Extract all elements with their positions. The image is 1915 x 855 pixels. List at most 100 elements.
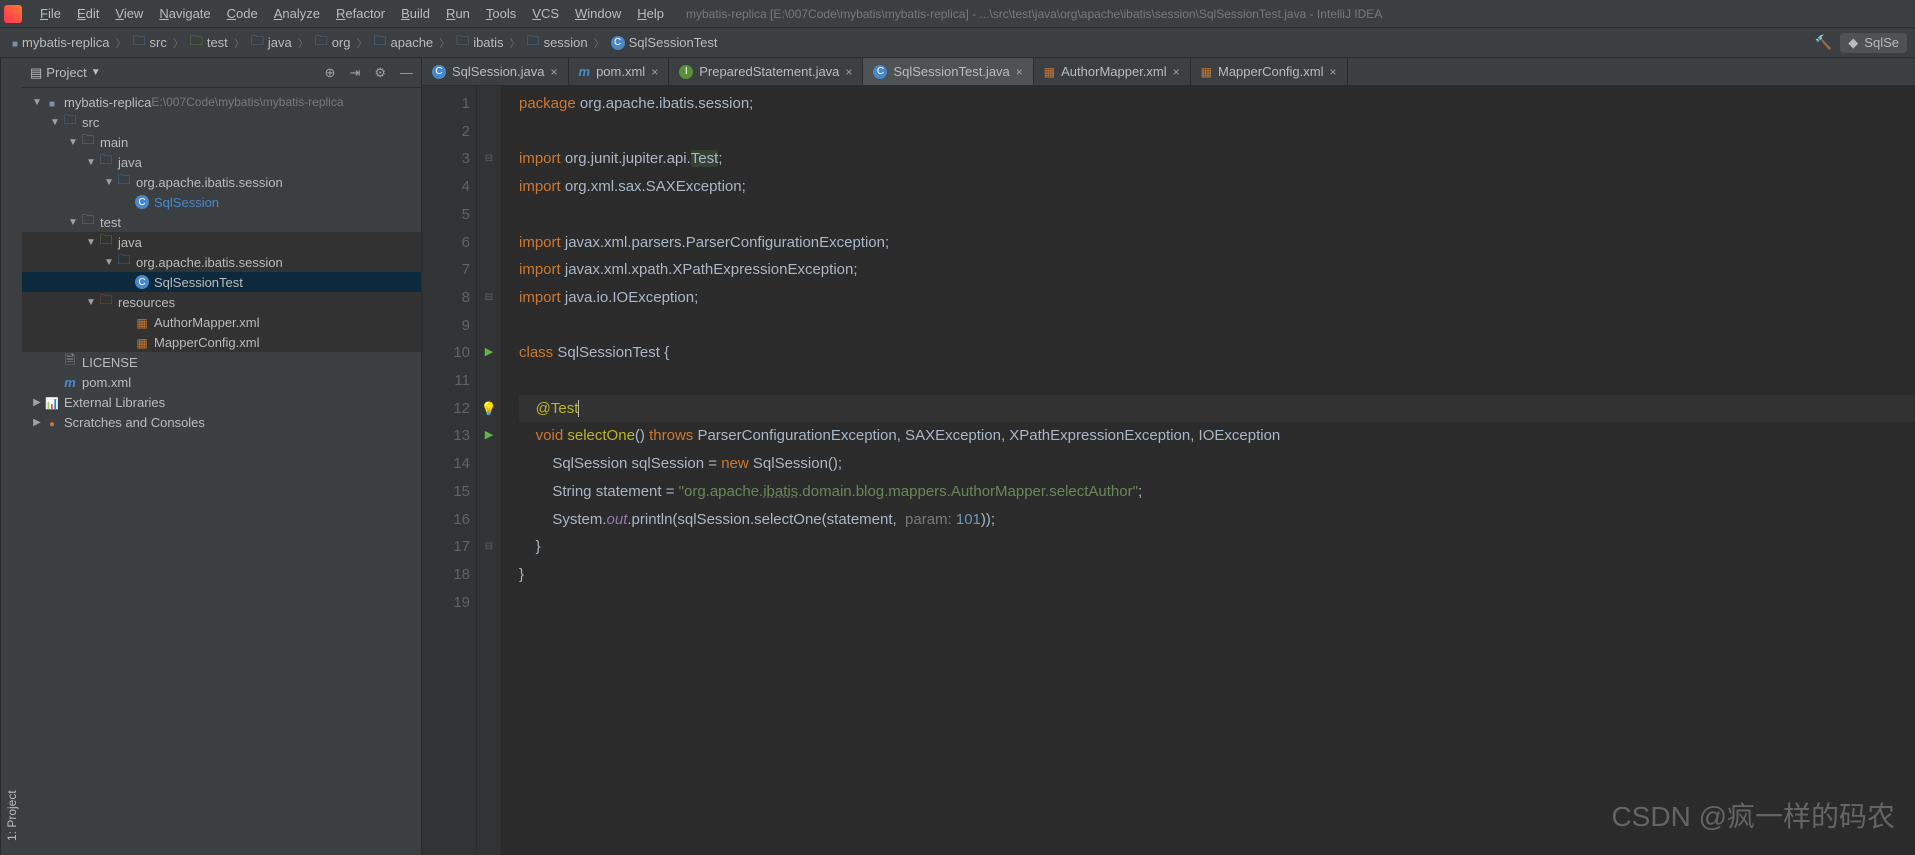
breadcrumb-ibatis[interactable]: ibatis [452, 32, 507, 54]
tab-preparedstatement-java[interactable]: IPreparedStatement.java× [669, 58, 863, 85]
breadcrumb-java[interactable]: java [247, 32, 296, 54]
expand-arrow-icon[interactable]: ▼ [84, 157, 98, 168]
menu-help[interactable]: Help [629, 6, 672, 21]
menu-navigate[interactable]: Navigate [151, 6, 218, 21]
code-line-3[interactable]: import org.junit.jupiter.api.Test; [519, 145, 1915, 173]
breadcrumb-mybatis-replica[interactable]: mybatis-replica [8, 35, 113, 50]
tree-node-scratches-and-consoles[interactable]: ▶Scratches and Consoles [22, 412, 421, 432]
expand-arrow-icon[interactable]: ▼ [84, 237, 98, 248]
breadcrumb-src[interactable]: src [128, 32, 170, 54]
code-line-5[interactable] [519, 201, 1915, 229]
close-tab-icon[interactable]: × [651, 65, 658, 79]
tree-node-pom-xml[interactable]: pom.xml [22, 372, 421, 392]
tree-node-sqlsession[interactable]: CSqlSession [22, 192, 421, 212]
close-tab-icon[interactable]: × [551, 65, 558, 79]
expand-arrow-icon[interactable]: ▶ [30, 397, 44, 408]
expand-arrow-icon[interactable]: ▼ [102, 257, 116, 268]
run-config-selector[interactable]: ◆ SqlSe [1840, 33, 1907, 53]
code-line-16[interactable]: System.out.println(sqlSession.selectOne(… [519, 506, 1915, 534]
code-line-9[interactable] [519, 312, 1915, 340]
menu-file[interactable]: File [32, 6, 69, 21]
code-line-12[interactable]: @Test [519, 395, 1915, 423]
tree-node-sqlsessiontest[interactable]: CSqlSessionTest [22, 272, 421, 292]
intention-bulb-icon[interactable]: 💡 [481, 395, 497, 423]
code-line-17[interactable]: } [519, 533, 1915, 561]
tree-node-org-apache-ibatis-session[interactable]: ▼org.apache.ibatis.session [22, 172, 421, 192]
tree-node-java[interactable]: ▼java [22, 152, 421, 172]
select-opened-file-icon[interactable]: ⊕ [325, 65, 336, 81]
close-tab-icon[interactable]: × [1016, 65, 1023, 79]
code-line-18[interactable]: } [519, 561, 1915, 589]
tree-node-authormapper-xml[interactable]: AuthorMapper.xml [22, 312, 421, 332]
tree-node-java[interactable]: ▼java [22, 232, 421, 252]
code-line-1[interactable]: package org.apache.ibatis.session; [519, 90, 1915, 118]
code-line-13[interactable]: void selectOne() throws ParserConfigurat… [519, 422, 1915, 450]
code-line-8[interactable]: import java.io.IOException; [519, 284, 1915, 312]
close-tab-icon[interactable]: × [1173, 65, 1180, 79]
hide-icon[interactable]: — [400, 65, 413, 81]
code-line-11[interactable] [519, 367, 1915, 395]
breadcrumb-org[interactable]: org [311, 32, 355, 54]
code-line-19[interactable] [519, 589, 1915, 617]
tree-node-mapperconfig-xml[interactable]: MapperConfig.xml [22, 332, 421, 352]
code-line-2[interactable] [519, 118, 1915, 146]
code-line-7[interactable]: import javax.xml.xpath.XPathExpressionEx… [519, 256, 1915, 284]
menu-edit[interactable]: Edit [69, 6, 107, 21]
expand-arrow-icon[interactable]: ▼ [30, 97, 44, 108]
tree-node-resources[interactable]: ▼resources [22, 292, 421, 312]
fold-icon[interactable]: ⊟ [485, 145, 493, 173]
tree-node-external-libraries[interactable]: ▶External Libraries [22, 392, 421, 412]
tab-pom-xml[interactable]: pom.xml× [569, 58, 670, 85]
editor-body[interactable]: 12345678910111213141516171819 ⊟⊟▶💡▶⊟ pac… [422, 86, 1915, 855]
line-number-gutter[interactable]: 12345678910111213141516171819 [422, 86, 477, 855]
close-tab-icon[interactable]: × [1330, 65, 1337, 79]
code-line-15[interactable]: String statement = "org.apache.ibatis.do… [519, 478, 1915, 506]
code-line-10[interactable]: class SqlSessionTest { [519, 339, 1915, 367]
tree-node-license[interactable]: LICENSE [22, 352, 421, 372]
run-gutter-icon[interactable]: ▶ [485, 339, 493, 367]
gutter-icon-strip[interactable]: ⊟⊟▶💡▶⊟ [477, 86, 501, 855]
menu-refactor[interactable]: Refactor [328, 6, 393, 21]
code-line-6[interactable]: import javax.xml.parsers.ParserConfigura… [519, 229, 1915, 257]
build-icon[interactable]: 🔨 [1815, 34, 1832, 51]
breadcrumb-test[interactable]: test [186, 32, 232, 54]
expand-arrow-icon[interactable]: ▼ [84, 297, 98, 308]
breadcrumb-sqlsessiontest[interactable]: CSqlSessionTest [607, 35, 722, 50]
expand-arrow-icon[interactable]: ▶ [30, 417, 44, 428]
run-gutter-icon[interactable]: ▶ [485, 422, 493, 450]
code-line-14[interactable]: SqlSession sqlSession = new SqlSession()… [519, 450, 1915, 478]
project-tool-tab[interactable]: 1: Project [3, 66, 21, 847]
code-area[interactable]: package org.apache.ibatis.session; impor… [501, 86, 1915, 855]
breadcrumb-session[interactable]: session [523, 32, 592, 54]
menu-analyze[interactable]: Analyze [266, 6, 328, 21]
expand-arrow-icon[interactable]: ▼ [66, 137, 80, 148]
menu-code[interactable]: Code [219, 6, 266, 21]
tab-authormapper-xml[interactable]: AuthorMapper.xml× [1034, 58, 1191, 85]
project-tree[interactable]: ▼mybatis-replica E:\007Code\mybatis\myba… [22, 88, 421, 436]
close-tab-icon[interactable]: × [845, 65, 852, 79]
expand-arrow-icon[interactable]: ▼ [48, 117, 62, 128]
collapse-all-icon[interactable]: ⇥ [349, 65, 360, 81]
project-view-selector[interactable]: ▤ Project ▼ [30, 65, 101, 81]
menu-view[interactable]: View [107, 6, 151, 21]
menu-tools[interactable]: Tools [478, 6, 524, 21]
expand-arrow-icon[interactable]: ▼ [66, 217, 80, 228]
gear-icon[interactable]: ⚙ [374, 65, 386, 81]
fold-icon[interactable]: ⊟ [485, 284, 493, 312]
tree-node-src[interactable]: ▼src [22, 112, 421, 132]
tree-node-org-apache-ibatis-session[interactable]: ▼org.apache.ibatis.session [22, 252, 421, 272]
tree-node-test[interactable]: ▼test [22, 212, 421, 232]
menu-vcs[interactable]: VCS [524, 6, 567, 21]
tree-node-mybatis-replica[interactable]: ▼mybatis-replica E:\007Code\mybatis\myba… [22, 92, 421, 112]
tree-node-main[interactable]: ▼main [22, 132, 421, 152]
menu-run[interactable]: Run [438, 6, 478, 21]
expand-arrow-icon[interactable]: ▼ [102, 177, 116, 188]
breadcrumb-apache[interactable]: apache [370, 32, 438, 54]
fold-icon[interactable]: ⊟ [485, 533, 493, 561]
menu-window[interactable]: Window [567, 6, 629, 21]
menu-build[interactable]: Build [393, 6, 438, 21]
tab-mapperconfig-xml[interactable]: MapperConfig.xml× [1191, 58, 1348, 85]
code-line-4[interactable]: import org.xml.sax.SAXException; [519, 173, 1915, 201]
tab-sqlsessiontest-java[interactable]: CSqlSessionTest.java× [863, 58, 1033, 85]
tab-sqlsession-java[interactable]: CSqlSession.java× [422, 58, 569, 85]
